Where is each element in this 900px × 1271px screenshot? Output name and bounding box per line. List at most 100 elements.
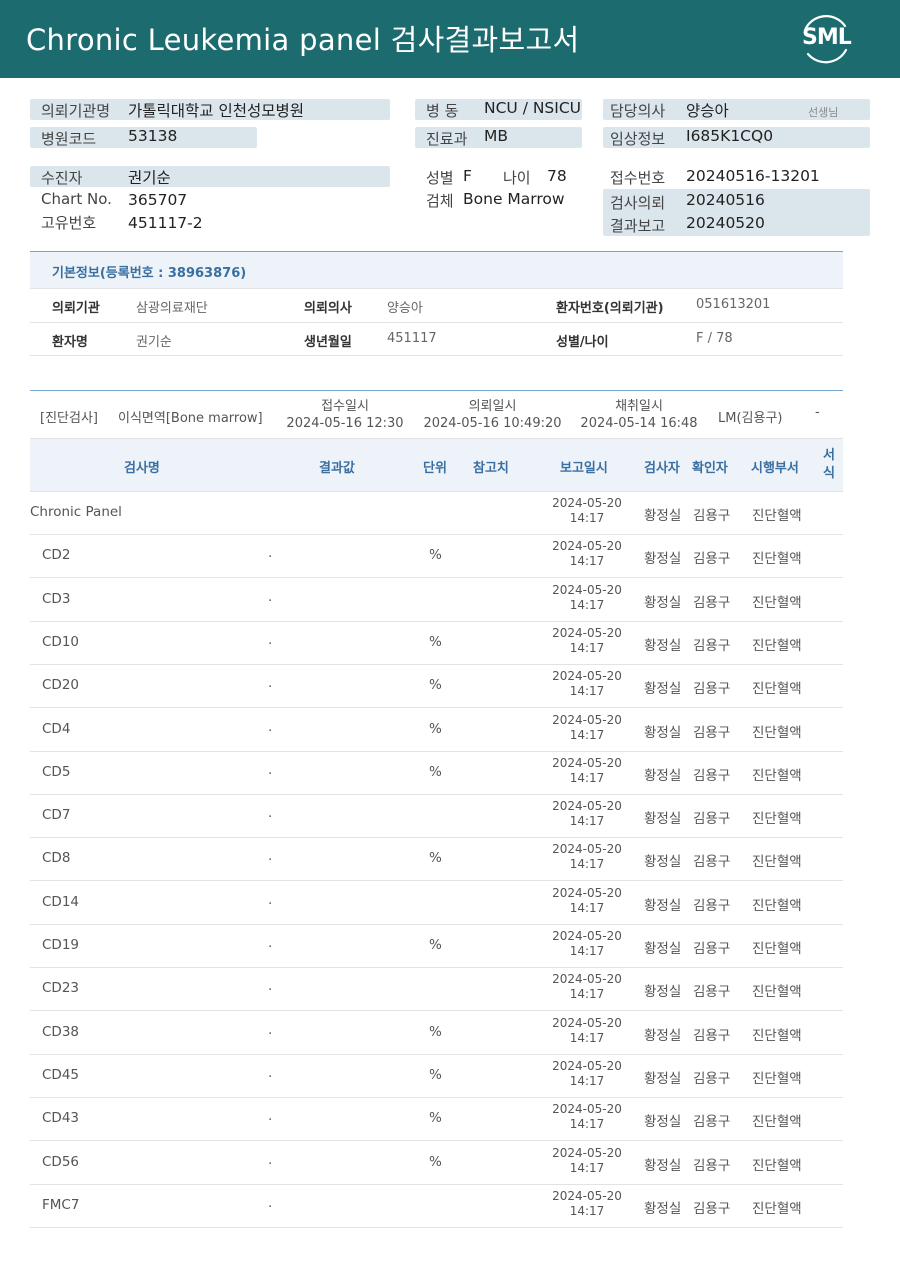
report-datetime: 2024-05-20 14:17 xyxy=(542,583,632,613)
confirmer: 김용구 xyxy=(693,1200,731,1217)
table-row: CD7. 2024-05-20 14:17 황정실 김용구 진단혈액 xyxy=(30,794,843,839)
table-row: CD3. 2024-05-20 14:17 황정실 김용구 진단혈액 xyxy=(30,578,843,622)
report-datetime: 2024-05-20 14:17 xyxy=(542,799,632,829)
report-time: 14:17 xyxy=(569,684,605,699)
confirmer: 김용구 xyxy=(693,1114,731,1131)
report-date: 2024-05-20 xyxy=(552,842,622,857)
test-name: CD10 xyxy=(42,633,79,650)
report-date: 2024-05-20 xyxy=(552,1102,622,1117)
receipt-value: 20240516-13201 xyxy=(686,167,820,185)
dept: 진단혈액 xyxy=(752,594,802,611)
report-time: 14:17 xyxy=(569,857,605,872)
report-time: 14:17 xyxy=(569,1160,605,1175)
hospital-value: 가톨릭대학교 인천성모병원 xyxy=(128,102,305,120)
dept: 진단혈액 xyxy=(752,1200,802,1217)
sml-logo: SML xyxy=(796,12,854,66)
dept: 진단혈액 xyxy=(752,767,802,784)
report-datetime: 2024-05-20 14:17 xyxy=(542,1059,632,1089)
test-result: . xyxy=(268,805,273,822)
table-row: FMC7. 2024-05-20 14:17 황정실 김용구 진단혈액 xyxy=(30,1184,843,1228)
report-header: Chronic Leukemia panel 검사결과보고서 SML xyxy=(0,0,900,78)
table-row: CD45.% 2024-05-20 14:17 황정실 김용구 진단혈액 xyxy=(30,1054,843,1098)
tester: 황정실 xyxy=(644,941,682,957)
test-unit: % xyxy=(429,1066,442,1083)
table-row: CD4.% 2024-05-20 14:17 황정실 김용구 진단혈액 xyxy=(30,708,843,752)
report-time: 14:17 xyxy=(569,640,605,655)
test-name: CD2 xyxy=(42,547,71,564)
dept-label: 진료과 xyxy=(426,130,468,148)
dept: 진단혈액 xyxy=(752,984,802,1001)
test-name: CD19 xyxy=(42,937,79,953)
test-name: CD3 xyxy=(42,590,71,607)
table-row: CD56.% 2024-05-20 14:17 황정실 김용구 진단혈액 xyxy=(30,1141,843,1185)
report-datetime: 2024-05-20 14:17 xyxy=(542,972,632,1002)
confirmer: 김용구 xyxy=(693,637,731,654)
test-result: . xyxy=(268,1151,273,1168)
report-datetime: 2024-05-20 14:17 xyxy=(542,496,632,526)
collect-datetime: 채취일시 2024-05-14 16:48 xyxy=(578,398,700,432)
test-unit: % xyxy=(429,937,442,953)
report-value: 20240520 xyxy=(686,214,765,232)
request-dt-label: 의뢰일시 xyxy=(468,399,517,414)
test-result: . xyxy=(268,675,273,692)
clinical-label: 임상정보 xyxy=(610,130,666,148)
report-date: 2024-05-20 xyxy=(552,669,622,684)
dept: 진단혈액 xyxy=(752,897,802,914)
receipt-dt-label: 접수일시 xyxy=(321,399,369,414)
confirmer: 김용구 xyxy=(693,854,731,871)
test-name: CD23 xyxy=(42,980,79,997)
specimen-label: 검체 xyxy=(426,192,454,210)
test-name: CD14 xyxy=(42,893,79,910)
chart-value: 365707 xyxy=(128,191,188,209)
clinical-value: I685K1CQ0 xyxy=(686,127,774,145)
test-result: . xyxy=(268,718,273,735)
table-row: CD38.% 2024-05-20 14:17 황정실 김용구 진단혈액 xyxy=(30,1011,843,1055)
tester: 황정실 xyxy=(644,637,682,654)
table-row: CD20.% 2024-05-20 14:17 황정실 김용구 진단혈액 xyxy=(30,664,843,709)
test-result: . xyxy=(268,761,273,778)
confirmer: 김용구 xyxy=(693,724,731,741)
report-date: 2024-05-20 xyxy=(552,539,622,554)
doc-value: 양승아 xyxy=(387,301,423,316)
dept: 진단혈액 xyxy=(752,1157,802,1174)
report-time: 14:17 xyxy=(569,1117,605,1132)
report-date: 2024-05-20 xyxy=(552,625,622,640)
dob-value: 451117 xyxy=(387,331,437,346)
tester: 황정실 xyxy=(644,854,682,871)
request-label: 검사의뢰 xyxy=(610,194,666,212)
test-name: CD20 xyxy=(42,677,79,694)
confirmer: 김용구 xyxy=(693,1070,731,1087)
doctor-value: 양승아 xyxy=(686,102,729,120)
dept: 진단혈액 xyxy=(752,1070,802,1087)
dept: 진단혈액 xyxy=(752,724,802,741)
basic-info-header: 기본정보(등록번호 : 38963876) xyxy=(30,252,843,289)
test-name: CD4 xyxy=(42,720,71,737)
confirmer: 김용구 xyxy=(693,594,731,611)
confirmer: 김용구 xyxy=(693,984,731,1001)
test-name: CD38 xyxy=(42,1023,79,1040)
report-datetime: 2024-05-20 14:17 xyxy=(542,929,632,959)
report-datetime: 2024-05-20 14:17 xyxy=(542,1146,632,1176)
dept: 진단혈액 xyxy=(752,941,802,957)
request-value: 20240516 xyxy=(686,191,765,209)
test-result: . xyxy=(268,935,273,951)
report-date: 2024-05-20 xyxy=(552,712,622,727)
report-time: 14:17 xyxy=(569,597,605,612)
report-date: 2024-05-20 xyxy=(552,1188,622,1203)
table-row: CD5.% 2024-05-20 14:17 황정실 김용구 진단혈액 xyxy=(30,751,843,795)
test-unit: % xyxy=(429,547,442,564)
confirmer: 김용구 xyxy=(693,811,731,828)
pid-label: 환자번호(의뢰기관) xyxy=(556,301,664,316)
tester: 황정실 xyxy=(644,724,682,741)
report-date: 2024-05-20 xyxy=(552,972,622,987)
receipt-label: 접수번호 xyxy=(610,169,666,187)
report-datetime: 2024-05-20 14:17 xyxy=(542,886,632,916)
col-confirmer: 확인자 xyxy=(692,461,728,476)
sex-label: 성별 xyxy=(426,169,454,187)
confirmer: 김용구 xyxy=(693,681,731,698)
results-section: [진단검사] 이식면역[Bone marrow] 접수일시 2024-05-16… xyxy=(30,390,843,1228)
report-datetime: 2024-05-20 14:17 xyxy=(542,669,632,699)
test-name: CD8 xyxy=(42,850,71,867)
report-date: 2024-05-20 xyxy=(552,799,622,814)
request-datetime: 의뢰일시 2024-05-16 10:49:20 xyxy=(420,398,565,432)
